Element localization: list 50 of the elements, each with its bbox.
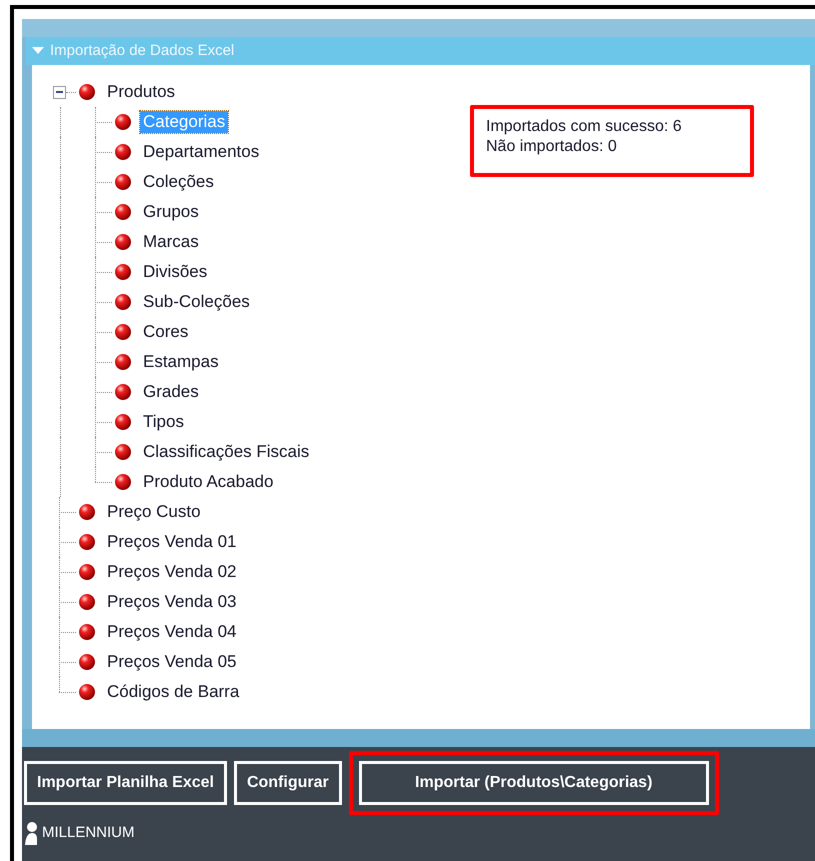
tree-item[interactable]: Departamentos bbox=[140, 141, 262, 163]
tree-item[interactable]: Grades bbox=[140, 381, 202, 403]
tree-item[interactable]: Sub-Coleções bbox=[140, 291, 253, 313]
status-dot-icon bbox=[114, 323, 132, 341]
status-dot-icon bbox=[114, 143, 132, 161]
tree-item[interactable]: Classificações Fiscais bbox=[140, 441, 312, 463]
status-dot-icon bbox=[114, 233, 132, 251]
tree-item[interactable]: Grupos bbox=[140, 201, 202, 223]
tree-item[interactable]: Preços Venda 05 bbox=[104, 651, 240, 673]
tree-item[interactable]: Estampas bbox=[140, 351, 222, 373]
status-dot-icon bbox=[114, 473, 132, 491]
action-button[interactable]: Importar Planilha Excel bbox=[24, 761, 227, 805]
status-dot-icon bbox=[114, 173, 132, 191]
status-dot-icon bbox=[78, 563, 96, 581]
tree-item[interactable]: Preços Venda 02 bbox=[104, 561, 240, 583]
result-text: Não importados: 0 bbox=[486, 137, 618, 157]
status-dot-icon bbox=[114, 293, 132, 311]
status-dot-icon bbox=[114, 443, 132, 461]
status-dot-icon bbox=[114, 263, 132, 281]
status-dot-icon bbox=[114, 113, 132, 131]
brand-name: MILLENNIUM bbox=[42, 822, 135, 843]
tree-item[interactable]: Coleções bbox=[140, 171, 217, 193]
status-dot-icon bbox=[78, 503, 96, 521]
status-dot-icon bbox=[114, 413, 132, 431]
person-icon bbox=[24, 821, 38, 845]
tree-item[interactable]: Divisões bbox=[140, 261, 210, 283]
status-dot-icon bbox=[78, 593, 96, 611]
status-dot-icon bbox=[78, 683, 96, 701]
tree-item[interactable]: Cores bbox=[140, 321, 192, 343]
tree-item[interactable]: Códigos de Barra bbox=[104, 681, 242, 703]
status-dot-icon bbox=[78, 533, 96, 551]
collapse-toggle[interactable] bbox=[53, 86, 66, 98]
result-text: Importados com sucesso: 6 bbox=[486, 117, 683, 137]
status-dot-icon bbox=[78, 653, 96, 671]
tree-item[interactable]: Preços Venda 03 bbox=[104, 591, 240, 613]
status-dot-icon bbox=[114, 383, 132, 401]
status-dot-icon bbox=[114, 203, 132, 221]
action-button[interactable]: Configurar bbox=[234, 761, 342, 805]
tree-item[interactable]: Tipos bbox=[140, 411, 187, 433]
status-dot-icon bbox=[78, 83, 96, 101]
panel-title: Importação de Dados Excel bbox=[50, 40, 234, 61]
status-dot-icon bbox=[114, 353, 132, 371]
action-button[interactable]: Importar (Produtos\Categorias) bbox=[358, 761, 709, 805]
tree-item[interactable]: Marcas bbox=[140, 231, 202, 253]
status-dot-icon bbox=[78, 623, 96, 641]
tree-item[interactable]: Preço Custo bbox=[104, 501, 204, 523]
tree-item[interactable]: Produtos bbox=[104, 81, 178, 103]
tree-item[interactable]: Preços Venda 01 bbox=[104, 531, 240, 553]
tree-item[interactable]: Produto Acabado bbox=[140, 471, 276, 493]
tree-item[interactable]: Preços Venda 04 bbox=[104, 621, 240, 643]
